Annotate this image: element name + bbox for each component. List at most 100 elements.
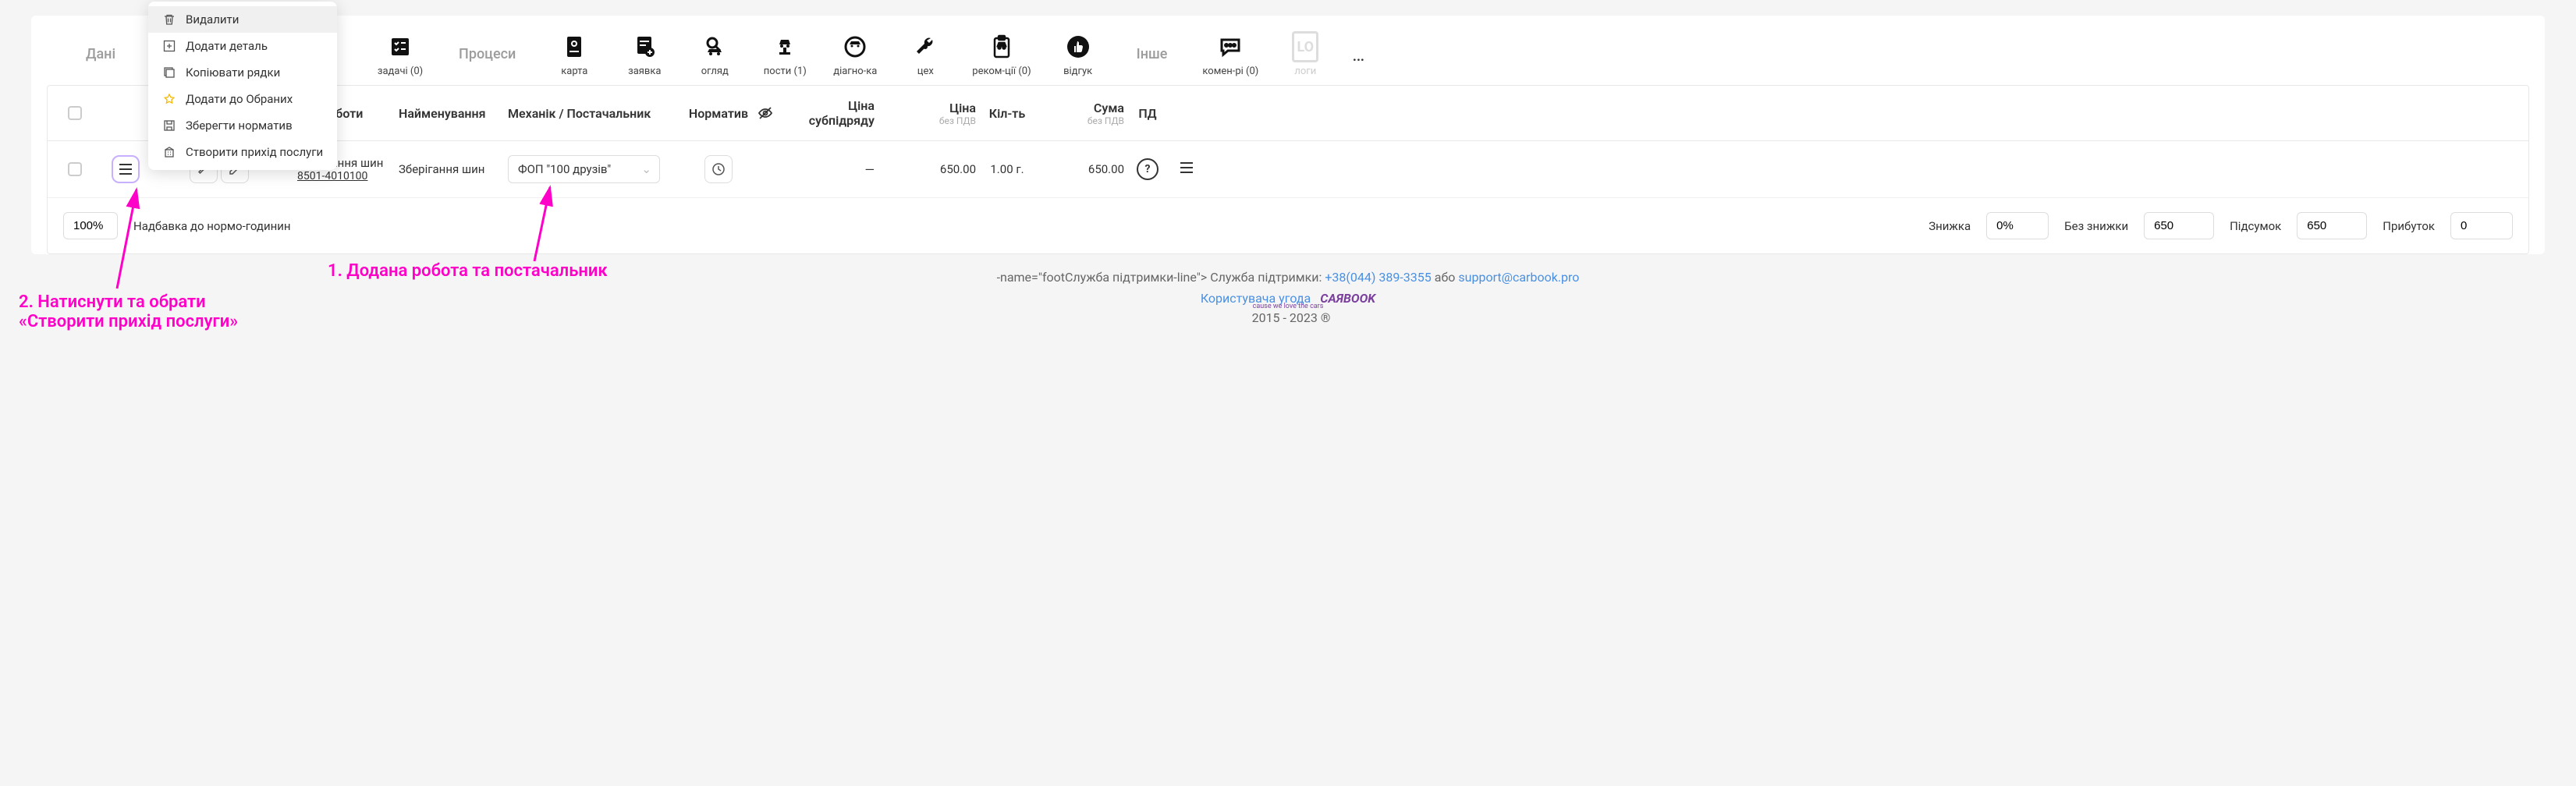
th-normative: Норматив [679,106,758,121]
toolbar-logs[interactable]: LO логи [1270,31,1340,77]
footer-years: 2015 - 2023 ® [1252,310,1331,325]
percent-input[interactable] [63,212,118,239]
profit-label: Прибуток [2383,219,2435,233]
toolbar-map-label: карта [561,66,587,77]
discount-input[interactable] [1986,212,2049,239]
footer-logo: CAЯBOOK [1320,291,1375,306]
row-overflow-icon[interactable] [1180,164,1194,176]
save-icon [162,119,176,133]
toolbar-request[interactable]: заявка [609,31,679,77]
request-icon [629,31,660,62]
toolbar: Дані Видалити Додати деталь [31,16,2545,85]
menu-add-detail[interactable]: Додати деталь [148,33,337,59]
table-header: Тип роботи Найменування Механік / Постач… [48,86,2528,141]
menu-add-favorites-label: Додати до Обраних [186,92,293,106]
menu-add-favorites[interactable]: Додати до Обраних [148,86,337,112]
toolbar-map[interactable]: карта [539,31,609,77]
chevron-down-icon: ⌄ [641,162,651,176]
row-checkbox[interactable] [68,162,82,176]
subtotal-label: Підсумок [2230,219,2281,233]
eye-slash-icon[interactable] [758,105,773,121]
footer-or: або [1435,270,1459,285]
footer-logo-sub: cause we love the cars [31,303,2545,310]
toolbar-review-label: огляд [701,66,729,77]
menu-copy-rows-label: Копіювати рядки [186,66,280,80]
toolbar-posts-label: пости (1) [764,66,807,77]
question-button[interactable]: ? [1137,158,1158,180]
toolbar-more[interactable]: … [1340,44,1376,66]
context-menu: Видалити Додати деталь Копіювати рядки [148,2,337,170]
th-mechanic: Механік / Постачальник [508,106,679,121]
th-sum: Сума [1038,101,1124,115]
menu-delete[interactable]: Видалити [148,6,337,33]
star-icon [162,92,176,106]
row-sum: 650.00 [1038,162,1124,176]
chat-icon [1215,31,1246,62]
th-sum-sub: без ПДВ [1038,115,1124,126]
toolbar-diagnostic-label: діагно-ка [833,66,877,77]
no-discount-input[interactable] [2144,212,2214,239]
toolbar-review[interactable]: огляд [679,31,750,77]
mechanic-value: ФОП "100 друзів" [518,162,611,176]
footer-support: Служба підтримки: [1210,270,1325,285]
review-icon [699,31,730,62]
toolbar-comments[interactable]: комен-рі (0) [1190,31,1270,77]
footer-email-link[interactable]: support@carbook.pro [1458,270,1579,285]
row-menu-button[interactable] [112,155,140,183]
summary-row: Надбавка до нормо-годинин Знижка Без зни… [48,198,2528,253]
diagnostic-icon [839,31,871,62]
car-lift-icon [769,31,800,62]
toolbar-posts[interactable]: пости (1) [750,31,820,77]
menu-create-service-income-label: Створити прихід послуги [186,145,323,159]
plus-box-icon [162,39,176,53]
th-qty: Кіл-ть [976,106,1038,121]
row-qty: 1.00 г. [976,162,1038,176]
work-table: Тип роботи Найменування Механік / Постач… [47,85,2529,254]
row-price: 650.00 [898,162,976,176]
annotation-1: 1. Додана робота та постачальник [328,261,608,281]
annotation-2: 2. Натиснути та обрати «Створити прихід … [19,292,238,331]
row-name: Зберігання шин [399,162,508,176]
log-icon: LO [1292,31,1318,62]
thumbs-up-icon [1063,31,1094,62]
clipboard-car-icon [986,31,1017,62]
th-pd: ПД [1124,106,1171,121]
toolbar-comments-label: комен-рі (0) [1202,66,1258,77]
footer-phone-link[interactable]: +38(044) 389-3355 [1325,270,1431,285]
menu-add-detail-label: Додати деталь [186,39,268,53]
select-all-checkbox[interactable] [68,106,82,120]
subtotal-input[interactable] [2297,212,2367,239]
toolbar-workshop-label: цех [917,66,934,77]
no-discount-label: Без знижки [2064,219,2128,233]
toolbar-logs-label: логи [1294,66,1316,77]
toolbar-feedback-label: відгук [1063,66,1092,77]
clock-button[interactable] [704,155,733,183]
toolbar-recommendations[interactable]: реком-ції (0) [960,31,1042,77]
menu-save-normative-label: Зберегти норматив [186,119,293,133]
building-icon [162,145,176,159]
menu-save-normative[interactable]: Зберегти норматив [148,112,337,139]
toolbar-recommendations-label: реком-ції (0) [972,66,1031,77]
table-row: Зберігання шин 8501-4010100 Зберігання ш… [48,141,2528,198]
th-subcontract: Ціна субпідряду [779,98,875,128]
profit-input[interactable] [2450,212,2513,239]
toolbar-label-other: Інше [1113,46,1191,62]
row-subcontract: — [758,162,898,177]
toolbar-request-label: заявка [628,66,661,77]
toolbar-workshop[interactable]: цех [890,31,960,77]
toolbar-tasks-label: задачі (0) [378,66,423,77]
toolbar-label-data: Дані [62,46,139,62]
row-code-link[interactable]: 8501-4010100 [297,170,367,182]
toolbar-diagnostic[interactable]: діагно-ка [820,31,890,77]
mechanic-select[interactable]: ФОП "100 друзів" ⌄ [508,155,660,183]
toolbar-tasks[interactable]: задачі (0) [365,31,435,77]
menu-delete-label: Видалити [186,12,239,27]
menu-create-service-income[interactable]: Створити прихід послуги [148,139,337,165]
wrench-icon [910,31,941,62]
toolbar-feedback[interactable]: відгук [1043,31,1113,77]
menu-copy-rows[interactable]: Копіювати рядки [148,59,337,86]
toolbar-label-processes: Процеси [435,46,539,62]
checklist-icon [385,31,416,62]
trash-icon [162,12,176,27]
map-pin-icon [559,31,590,62]
